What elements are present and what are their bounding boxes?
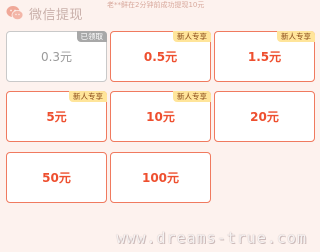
new-user-tag: 新人专享: [173, 91, 211, 102]
withdraw-option-0-3[interactable]: 已领取 0.3元: [6, 31, 107, 82]
withdraw-option-50[interactable]: 50元: [6, 152, 107, 203]
watermark: www.dreams-true.com: [116, 229, 307, 247]
withdraw-amount: 5元: [46, 110, 67, 124]
page-title: 微信提现: [29, 8, 84, 23]
withdraw-option-100[interactable]: 100元: [110, 152, 211, 203]
wechat-icon: [6, 6, 24, 20]
withdraw-amount: 0.3元: [40, 50, 73, 64]
header: 微信提现 老**鲜在2分钟前成功提现10元: [0, 0, 319, 26]
claimed-tag: 已领取: [76, 31, 107, 42]
withdraw-option-0-5[interactable]: 新人专享 0.5元: [110, 31, 211, 82]
withdraw-option-5[interactable]: 新人专享 5元: [6, 91, 107, 142]
withdraw-amount: 0.5元: [143, 50, 178, 64]
new-user-tag: 新人专享: [173, 31, 211, 42]
withdraw-amount: 20元: [250, 110, 279, 124]
withdraw-amount: 50元: [42, 171, 71, 185]
new-user-tag: 新人专享: [69, 91, 107, 102]
withdraw-option-10[interactable]: 新人专享 10元: [110, 91, 211, 142]
withdraw-option-20[interactable]: 20元: [214, 91, 315, 142]
withdraw-amount: 100元: [141, 171, 180, 185]
withdraw-option-1-5[interactable]: 新人专享 1.5元: [214, 31, 315, 82]
withdraw-amount: 10元: [146, 110, 175, 124]
withdraw-amount: 1.5元: [247, 50, 282, 64]
withdraw-ticker: 老**鲜在2分钟前成功提现10元: [107, 1, 205, 9]
new-user-tag: 新人专享: [277, 31, 315, 42]
